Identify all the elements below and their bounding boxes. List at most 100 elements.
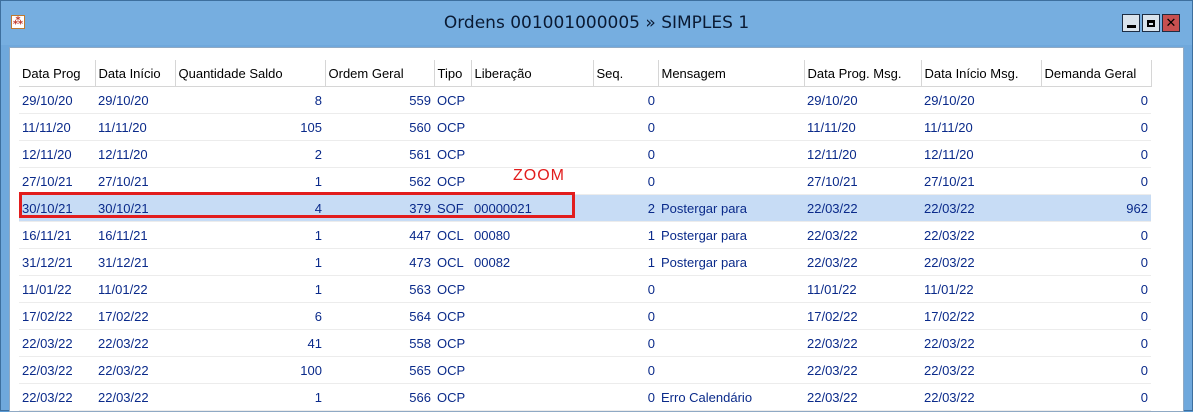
table-cell: 0	[1041, 140, 1151, 168]
close-icon: ✕	[1165, 15, 1177, 31]
table-cell: 4	[175, 194, 325, 222]
table-cell: 1	[175, 221, 325, 249]
table-cell: 17/02/22	[19, 302, 95, 330]
table-cell	[658, 167, 804, 195]
table-cell: 22/03/22	[95, 356, 175, 384]
table-row[interactable]: 22/03/22 22/03/22 41 558 OCP 0 22/03/22 22/03/2…	[19, 329, 1151, 357]
minimize-icon	[1126, 24, 1136, 28]
column-header[interactable]: Seq.	[593, 60, 659, 87]
table-cell: 22/03/22	[804, 221, 921, 249]
table-row[interactable]: 12/11/20 12/11/20 2 561 OCP 0 12/11/20 12/11/20…	[19, 140, 1151, 168]
table-cell: 22/03/22	[804, 356, 921, 384]
table-cell: 561	[325, 140, 434, 168]
table-cell: 22/03/22	[921, 194, 1041, 222]
table-cell: 22/03/22	[19, 383, 95, 411]
column-header[interactable]: Demanda Geral	[1041, 60, 1152, 87]
table-cell: OCP	[434, 302, 471, 330]
table-cell: 12/11/20	[95, 140, 175, 168]
title-bar[interactable]: ⁂ Ordens 001001000005 » SIMPLES 1 ✕	[1, 1, 1192, 45]
table-cell: 473	[325, 248, 434, 276]
table-cell	[471, 329, 593, 357]
table-cell: 566	[325, 383, 434, 411]
table-cell: Postergar para	[658, 221, 804, 249]
table-header-row: Data Prog Data Início Quantidade Saldo Orde…	[19, 60, 1152, 87]
table-row[interactable]: 11/01/22 11/01/22 1 563 OCP 0 11/01/22 11/01/22…	[19, 275, 1151, 303]
table-cell: 22/03/22	[804, 329, 921, 357]
table-row[interactable]: 31/12/21 31/12/21 1 473 OCL 00082 1 Postergar p…	[19, 248, 1151, 276]
table-cell: 0	[1041, 113, 1151, 141]
column-header[interactable]: Mensagem	[658, 60, 805, 87]
table-cell: OCL	[434, 248, 471, 276]
table-cell: OCP	[434, 113, 471, 141]
column-header[interactable]: Quantidade Saldo	[175, 60, 326, 87]
table-cell: 962	[1041, 194, 1151, 222]
column-header[interactable]: Data Início Msg.	[921, 60, 1042, 87]
table-cell: 563	[325, 275, 434, 303]
table-cell: 0	[1041, 383, 1151, 411]
table-row[interactable]: 22/03/22 22/03/22 1 566 OCP 0 Erro Calendário 2…	[19, 383, 1151, 411]
table-cell: 0	[1041, 275, 1151, 303]
table-cell: OCP	[434, 167, 471, 195]
table-cell: 11/01/22	[95, 275, 175, 303]
orders-table: Data Prog Data Início Quantidade Saldo Orde…	[19, 60, 1152, 411]
table-cell: 41	[175, 329, 325, 357]
table-cell: 22/03/22	[95, 329, 175, 357]
table-cell: 1	[593, 221, 658, 249]
column-header[interactable]: Data Prog. Msg.	[804, 60, 922, 87]
column-header[interactable]: Data Início	[95, 60, 176, 87]
close-button[interactable]: ✕	[1162, 14, 1180, 32]
minimize-button[interactable]	[1122, 14, 1140, 32]
table-cell: 00082	[471, 248, 593, 276]
maximize-button[interactable]	[1142, 14, 1160, 32]
table-cell: 0	[593, 86, 658, 114]
table-cell	[658, 356, 804, 384]
table-cell: 0	[1041, 329, 1151, 357]
table-cell: 379	[325, 194, 434, 222]
table-row[interactable]: 22/03/22 22/03/22 100 565 OCP 0 22/03/22 22/03/…	[19, 356, 1151, 384]
column-header[interactable]: Data Prog	[19, 60, 96, 87]
table-row[interactable]: 11/11/20 11/11/20 105 560 OCP 0 11/11/20 11/11/…	[19, 113, 1151, 141]
table-cell: 6	[175, 302, 325, 330]
window: ⁂ Ordens 001001000005 » SIMPLES 1 ✕ Data…	[0, 0, 1193, 412]
table-cell: 559	[325, 86, 434, 114]
table-cell: 22/03/22	[804, 248, 921, 276]
table-cell: 0	[593, 275, 658, 303]
table-cell: 27/10/21	[921, 167, 1041, 195]
table-cell: 2	[175, 140, 325, 168]
table-cell: 1	[175, 167, 325, 195]
table-row[interactable]: 16/11/21 16/11/21 1 447 OCL 00080 1 Postergar p…	[19, 221, 1151, 249]
maximize-icon	[1147, 19, 1155, 27]
table-cell: SOF	[434, 194, 471, 222]
table-cell: 1	[593, 248, 658, 276]
table-cell: 100	[175, 356, 325, 384]
table-cell: 17/02/22	[804, 302, 921, 330]
table-cell: 22/03/22	[19, 356, 95, 384]
table-cell: 1	[175, 275, 325, 303]
table-cell: 12/11/20	[804, 140, 921, 168]
table-cell: OCP	[434, 86, 471, 114]
table-cell	[658, 140, 804, 168]
column-header[interactable]: Tipo	[434, 60, 472, 87]
table-row[interactable]: 17/02/22 17/02/22 6 564 OCP 0 17/02/22 17/02/22…	[19, 302, 1151, 330]
table-cell: OCP	[434, 356, 471, 384]
table-cell: 565	[325, 356, 434, 384]
table-cell: 0	[593, 113, 658, 141]
column-header[interactable]: Liberação	[471, 60, 594, 87]
table-cell	[658, 113, 804, 141]
table-cell: 22/03/22	[921, 248, 1041, 276]
table-cell: 0	[593, 329, 658, 357]
table-row[interactable]: 30/10/21 30/10/21 4 379 SOF 00000021 2 Posterga…	[19, 194, 1151, 222]
column-header[interactable]: Ordem Geral	[325, 60, 435, 87]
table-cell: 0	[1041, 86, 1151, 114]
table-cell: 22/03/22	[921, 221, 1041, 249]
table-cell: 1	[175, 248, 325, 276]
table-row[interactable]: 27/10/21 27/10/21 1 562 OCP 0 27/10/21 27/10/21…	[19, 167, 1151, 195]
table-row[interactable]: 29/10/20 29/10/20 8 559 OCP 0 29/10/20 29/10/20…	[19, 86, 1151, 114]
table-cell: 8	[175, 86, 325, 114]
table-cell: 0	[593, 302, 658, 330]
table-cell	[471, 383, 593, 411]
table-cell: 17/02/22	[95, 302, 175, 330]
table-cell: 11/11/20	[804, 113, 921, 141]
table-cell: 00080	[471, 221, 593, 249]
table-cell: 22/03/22	[804, 194, 921, 222]
